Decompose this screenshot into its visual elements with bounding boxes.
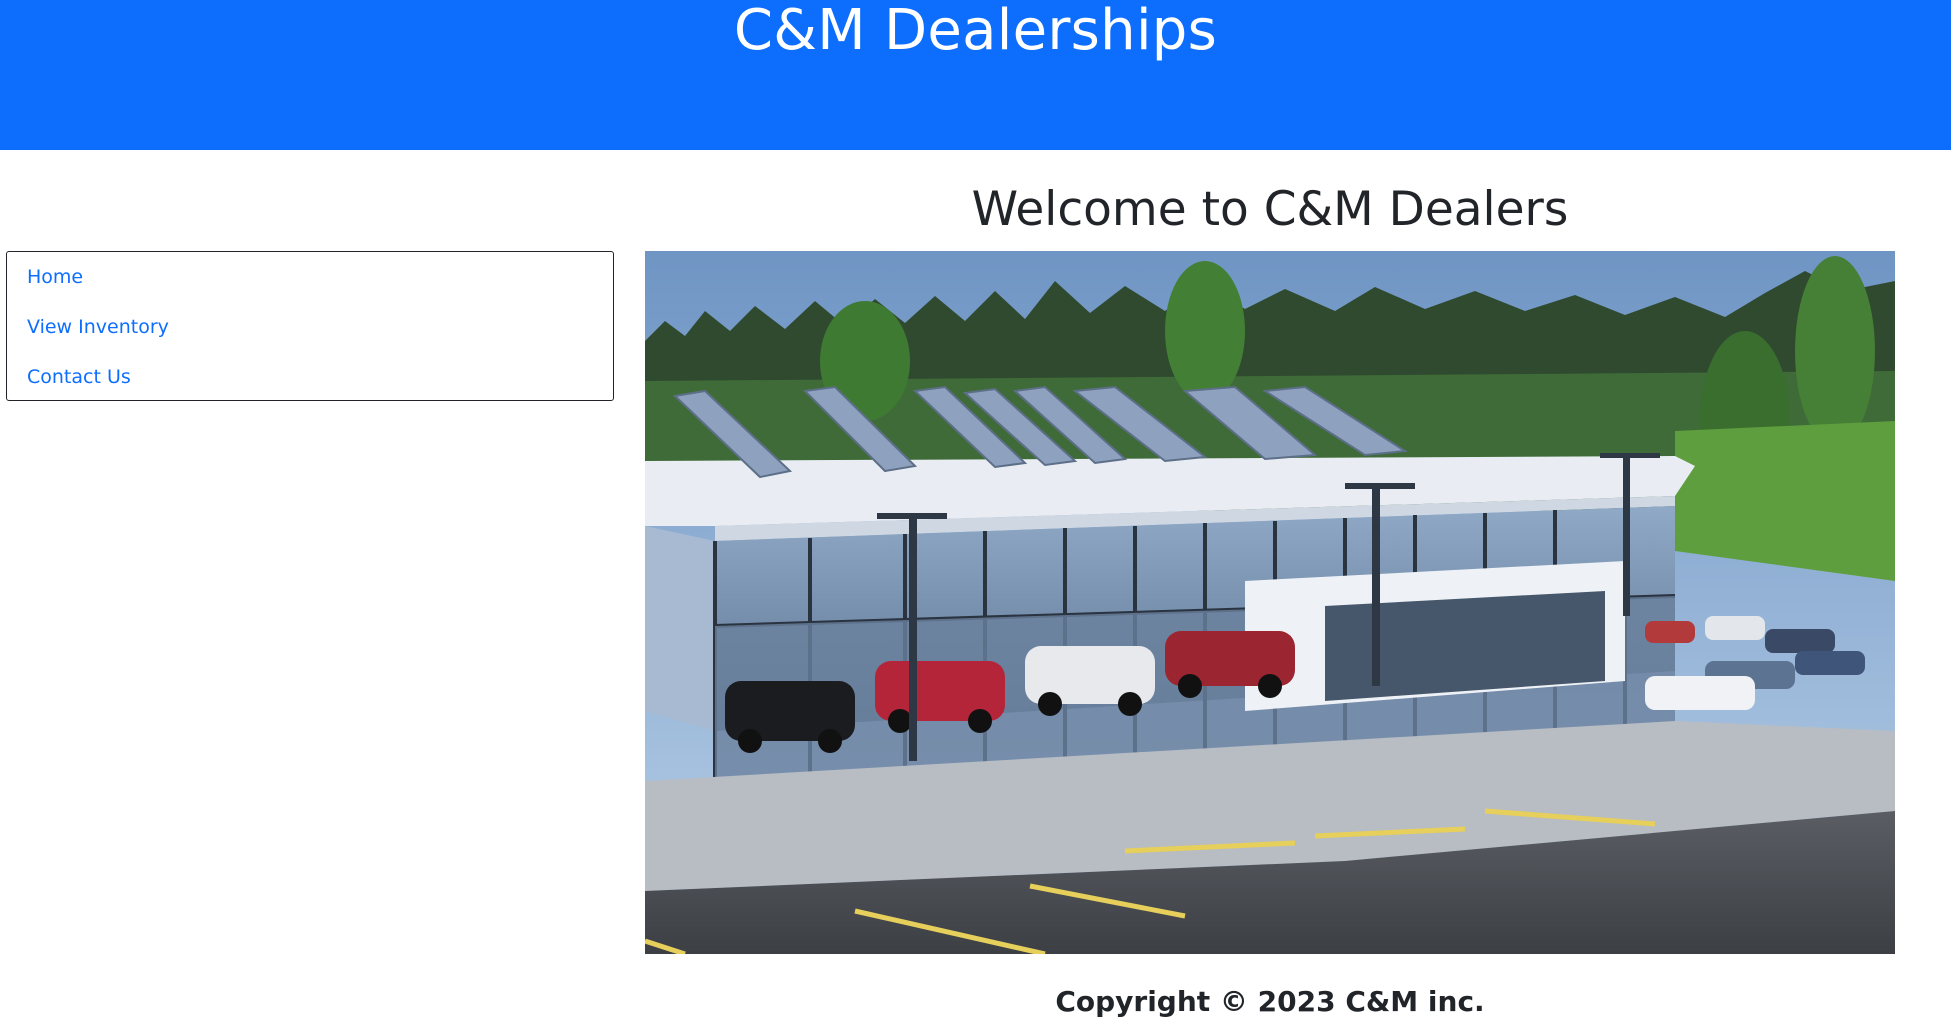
- sidebar-item-contact-us[interactable]: Contact Us: [7, 362, 613, 412]
- site-header: C&M Dealerships: [0, 0, 1951, 150]
- footer-copyright: Copyright © 2023 C&M inc.: [1055, 985, 1485, 1018]
- site-title: C&M Dealerships: [733, 0, 1218, 63]
- sidebar-item-view-inventory[interactable]: View Inventory: [7, 312, 613, 362]
- hero-image: [645, 251, 1895, 954]
- sidebar-nav: Home View Inventory Contact Us: [6, 251, 614, 401]
- page-heading: Welcome to C&M Dealers: [971, 182, 1569, 237]
- sidebar-item-home[interactable]: Home: [7, 262, 613, 312]
